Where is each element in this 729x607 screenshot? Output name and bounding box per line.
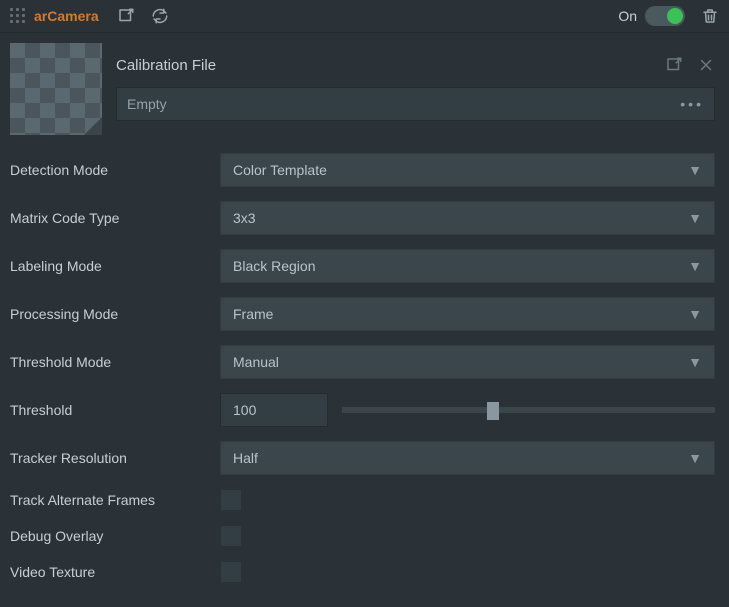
chevron-down-icon: ▼ <box>688 354 702 370</box>
detection-mode-select[interactable]: Color Template▼ <box>220 153 715 187</box>
matrix-code-type-select[interactable]: 3x3▼ <box>220 201 715 235</box>
labeling-mode-select[interactable]: Black Region▼ <box>220 249 715 283</box>
calibration-clear-icon[interactable] <box>697 56 715 74</box>
debug-overlay-label: Debug Overlay <box>10 528 220 544</box>
threshold-input[interactable]: 100 <box>220 393 328 427</box>
trash-icon[interactable] <box>701 7 719 25</box>
calibration-file-value: Empty <box>127 96 167 112</box>
threshold-slider[interactable] <box>342 407 715 413</box>
processing-mode-select[interactable]: Frame▼ <box>220 297 715 331</box>
sync-icon[interactable] <box>151 7 169 25</box>
threshold-mode-label: Threshold Mode <box>10 354 220 370</box>
enabled-toggle[interactable] <box>645 6 685 26</box>
slider-thumb[interactable] <box>487 402 499 420</box>
chevron-down-icon: ▼ <box>688 210 702 226</box>
track-alternate-frames-label: Track Alternate Frames <box>10 492 220 508</box>
tracker-resolution-label: Tracker Resolution <box>10 450 220 466</box>
video-texture-checkbox[interactable] <box>220 561 242 583</box>
chevron-down-icon: ▼ <box>688 258 702 274</box>
grip-handle[interactable] <box>10 8 26 24</box>
processing-mode-label: Processing Mode <box>10 306 220 322</box>
track-alternate-frames-checkbox[interactable] <box>220 489 242 511</box>
calibration-edit-icon[interactable] <box>665 56 683 74</box>
calibration-thumbnail[interactable] <box>10 43 102 135</box>
more-icon[interactable]: ••• <box>680 96 704 112</box>
edit-icon[interactable] <box>117 7 135 25</box>
threshold-mode-select[interactable]: Manual▼ <box>220 345 715 379</box>
chevron-down-icon: ▼ <box>688 450 702 466</box>
chevron-down-icon: ▼ <box>688 306 702 322</box>
component-title[interactable]: arCamera <box>34 8 99 24</box>
detection-mode-label: Detection Mode <box>10 162 220 178</box>
chevron-down-icon: ▼ <box>688 162 702 178</box>
threshold-label: Threshold <box>10 402 220 418</box>
labeling-mode-label: Labeling Mode <box>10 258 220 274</box>
matrix-code-type-label: Matrix Code Type <box>10 210 220 226</box>
on-label: On <box>618 8 637 24</box>
calibration-file-label: Calibration File <box>116 57 651 74</box>
debug-overlay-checkbox[interactable] <box>220 525 242 547</box>
tracker-resolution-select[interactable]: Half▼ <box>220 441 715 475</box>
video-texture-label: Video Texture <box>10 564 220 580</box>
calibration-file-field[interactable]: Empty ••• <box>116 87 715 121</box>
